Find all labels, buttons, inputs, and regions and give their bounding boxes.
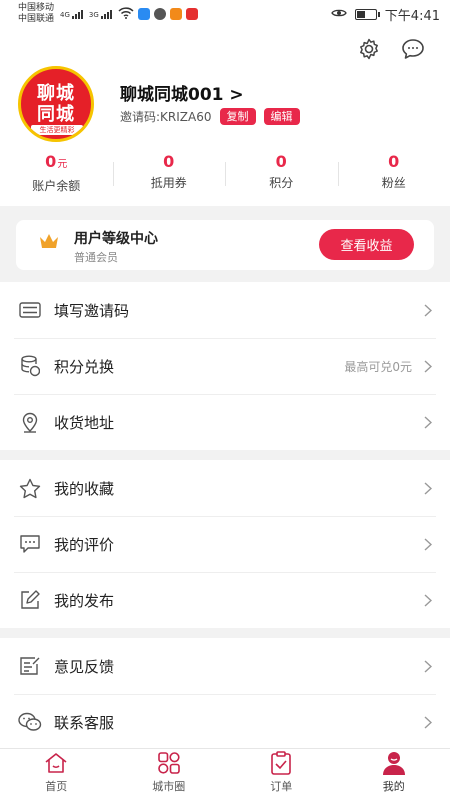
invite-code-row: 邀请码:KRIZA60 复制 编辑 [120, 108, 300, 125]
chevron-right-icon [422, 415, 434, 429]
battery-icon [354, 8, 380, 20]
stats-bar: 0元 账户余额 0 抵用券 0 积分 0 粉丝 [0, 152, 450, 196]
avatar-logo[interactable]: 聊城 同城 生活更精彩 [18, 66, 94, 142]
settings-gear-icon[interactable] [356, 36, 382, 62]
wifi-icon [118, 6, 134, 22]
menu-item-points-exchange[interactable]: 积分兑换 最高可兑0元 [0, 338, 450, 394]
ticket-icon [18, 298, 42, 322]
clipboard-icon [270, 750, 292, 776]
header-actions [356, 36, 426, 62]
news-notification-icon [185, 8, 198, 20]
app-notification-icon [137, 8, 150, 20]
coins-icon [18, 354, 42, 378]
comment-icon [18, 532, 42, 556]
menu-item-my-reviews[interactable]: 我的评价 [0, 516, 450, 572]
message-notification-icon [153, 8, 166, 20]
edit-icon [18, 588, 42, 612]
user-name-link[interactable]: 聊城同城001 > [120, 80, 244, 105]
edit-button[interactable]: 编辑 [263, 108, 300, 125]
chevron-right-icon [422, 659, 434, 673]
chevron-right-icon [422, 359, 434, 373]
star-icon [18, 476, 42, 500]
level-subtitle: 普通会员 [74, 251, 118, 264]
home-icon [44, 750, 68, 776]
view-earnings-button[interactable]: 查看收益 [319, 229, 414, 260]
bottom-tab-bar: 首页 城市圈 订单 我的 [0, 748, 450, 800]
tab-home[interactable]: 首页 [0, 749, 113, 800]
copy-button[interactable]: 复制 [219, 108, 256, 125]
tab-orders[interactable]: 订单 [225, 749, 338, 800]
chevron-right-icon [422, 537, 434, 551]
eye-icon [331, 7, 347, 22]
menu-group-activity: 我的收藏 我的评价 我的发布 [0, 460, 450, 628]
tab-city-circle[interactable]: 城市圈 [113, 749, 226, 800]
tab-mine[interactable]: 我的 [338, 749, 450, 800]
grid-icon [157, 750, 181, 776]
carrier-1: 中国移动 [18, 3, 55, 13]
stat-fans[interactable]: 0 粉丝 [337, 152, 450, 196]
menu-item-favorites[interactable]: 我的收藏 [0, 460, 450, 516]
carrier-names: 中国移动 中国联通 [18, 3, 54, 25]
status-right: 下午4:41 [331, 5, 440, 24]
profile-header: 聊城 同城 生活更精彩 聊城同城001 > 邀请码:KRIZA60 复制 编辑 … [0, 28, 450, 206]
menu-item-feedback[interactable]: 意见反馈 [0, 638, 450, 694]
menu-item-my-posts[interactable]: 我的发布 [0, 572, 450, 628]
location-icon [18, 410, 42, 434]
stat-points[interactable]: 0 积分 [225, 152, 338, 196]
menu-item-customer-service[interactable]: 联系客服 [0, 694, 450, 750]
menu-item-invite-code[interactable]: 填写邀请码 [0, 282, 450, 338]
carrier-2: 中国联通 [18, 14, 55, 24]
feedback-icon [18, 654, 42, 678]
status-bar: 中国移动 中国联通 4G 3G 下午4:41 [0, 0, 450, 28]
wechat-icon [18, 710, 42, 734]
invite-code-text: 邀请码:KRIZA60 [120, 110, 212, 124]
chevron-right-icon [422, 481, 434, 495]
stat-coupons[interactable]: 0 抵用券 [112, 152, 226, 196]
user-level-card[interactable]: 用户等级中心 普通会员 查看收益 [16, 220, 434, 270]
chevron-right-icon [422, 593, 434, 607]
menu-group-support: 意见反馈 联系客服 [0, 638, 450, 750]
menu-group-account: 填写邀请码 积分兑换 最高可兑0元 收货地址 [0, 282, 450, 450]
chevron-right-icon [422, 303, 434, 317]
stat-balance[interactable]: 0元 账户余额 [0, 152, 113, 196]
user-icon [381, 750, 407, 776]
menu-item-shipping-address[interactable]: 收货地址 [0, 394, 450, 450]
signal-1-icon: 4G [60, 9, 83, 19]
crown-icon [38, 232, 60, 254]
chevron-right-icon [422, 715, 434, 729]
message-icon[interactable] [400, 36, 426, 62]
points-exchange-hint: 最高可兑0元 [344, 359, 412, 374]
signal-2-icon: 3G [89, 9, 112, 19]
video-notification-icon [169, 8, 182, 20]
status-time: 下午4:41 [384, 8, 440, 24]
level-title: 用户等级中心 [74, 231, 158, 247]
